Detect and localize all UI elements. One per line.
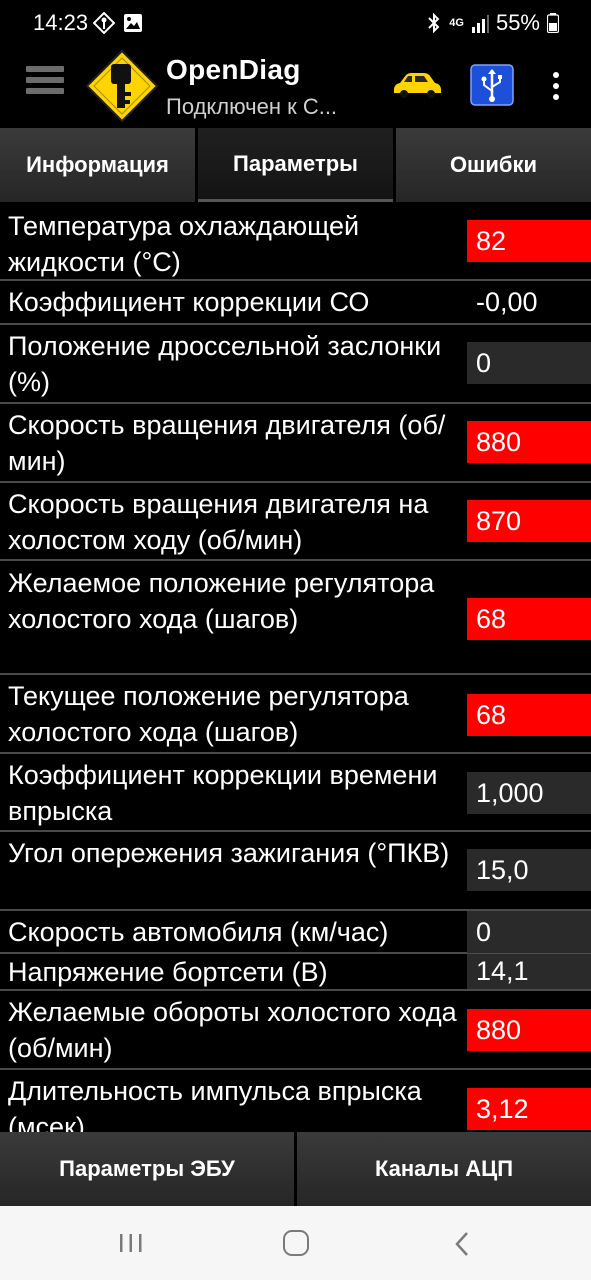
param-label: Коэффициент коррекции СО bbox=[8, 287, 370, 317]
param-label: Положение дроссельной заслонки (%) bbox=[8, 331, 442, 397]
param-value: 68 bbox=[467, 694, 591, 736]
app-title: OpenDiag bbox=[166, 54, 301, 85]
status-bar: 14:23 4G 55% bbox=[0, 0, 591, 44]
param-value: 82 bbox=[467, 220, 591, 262]
bottom-button-bar: Параметры ЭБУ Каналы АЦП bbox=[0, 1132, 591, 1206]
connection-status: Подключен к С... bbox=[166, 94, 338, 119]
param-row-current-iac: Текущее положение регулятора холостого х… bbox=[0, 675, 591, 754]
param-label: Скорость автомобиля (км/час) bbox=[8, 917, 389, 947]
param-row-coolant-temp: Температура охлаждающей жидкости (°C) 82 bbox=[0, 204, 591, 281]
usb-icon[interactable] bbox=[470, 64, 514, 106]
signal-icon bbox=[471, 15, 489, 33]
gallery-icon bbox=[124, 14, 142, 32]
param-label: Скорость вращения двигателя на холостом … bbox=[8, 489, 429, 555]
param-row-engine-rpm: Скорость вращения двигателя (об/мин) 880 bbox=[0, 404, 591, 483]
param-value: 3,12 bbox=[467, 1088, 591, 1130]
battery-icon bbox=[547, 13, 559, 33]
param-value: -0,00 bbox=[476, 287, 538, 317]
param-label: Температура охлаждающей жидкости (°C) bbox=[8, 211, 360, 277]
param-row-ignition-advance: Угол опережения зажигания (°ПКВ) 15,0 bbox=[0, 832, 591, 911]
param-row-co-correction: Коэффициент коррекции СО -0,00 bbox=[0, 281, 591, 325]
tab-parameters[interactable]: Параметры bbox=[198, 128, 393, 202]
tab-bar: Информация Параметры Ошибки bbox=[0, 128, 591, 202]
param-label: Желаемое положение регулятора холостого … bbox=[8, 568, 435, 634]
param-label: Текущее положение регулятора холостого х… bbox=[8, 681, 409, 747]
param-value: 1,000 bbox=[467, 772, 591, 814]
param-row-vehicle-speed: Скорость автомобиля (км/час) 0 bbox=[0, 911, 591, 954]
app-logo-icon bbox=[85, 49, 159, 123]
recents-icon[interactable] bbox=[118, 1232, 144, 1254]
app-bar: OpenDiag Подключен к С... bbox=[0, 44, 591, 126]
bluetooth-icon bbox=[428, 12, 440, 34]
param-row-injection-correction: Коэффициент коррекции времени впрыска 1,… bbox=[0, 754, 591, 832]
adc-channels-button[interactable]: Каналы АЦП bbox=[297, 1132, 591, 1206]
tab-info[interactable]: Информация bbox=[0, 128, 195, 202]
param-row-throttle: Положение дроссельной заслонки (%) 0 bbox=[0, 325, 591, 404]
network-type-icon: 4G bbox=[449, 16, 464, 29]
status-time: 14:23 bbox=[33, 10, 89, 35]
param-label: Скорость вращения двигателя (об/мин) bbox=[8, 410, 446, 476]
status-system-icons: 4G 55% bbox=[426, 10, 559, 36]
param-row-injection-pulse: Длительность импульса впрыска (мсек) 3,1… bbox=[0, 1070, 591, 1132]
param-label: Желаемые обороты холостого хода (об/мин) bbox=[8, 997, 457, 1063]
menu-icon[interactable] bbox=[26, 66, 64, 104]
param-label: Угол опережения зажигания (°ПКВ) bbox=[8, 838, 450, 868]
home-icon[interactable] bbox=[283, 1230, 309, 1256]
param-row-idle-rpm: Скорость вращения двигателя на холостом … bbox=[0, 483, 591, 561]
ecu-params-button[interactable]: Параметры ЭБУ bbox=[0, 1132, 294, 1206]
param-label: Коэффициент коррекции времени впрыска bbox=[8, 760, 438, 826]
param-value: 0 bbox=[467, 342, 591, 384]
param-value: 880 bbox=[467, 1009, 591, 1051]
more-options-icon[interactable] bbox=[549, 70, 563, 102]
tab-errors[interactable]: Ошибки bbox=[396, 128, 591, 202]
param-value: 0 bbox=[467, 911, 591, 953]
param-value: 870 bbox=[467, 500, 591, 542]
param-row-voltage: Напряжение бортсети (В) 14,1 bbox=[0, 954, 591, 991]
param-row-desired-iac: Желаемое положение регулятора холостого … bbox=[0, 561, 591, 675]
param-value: 68 bbox=[467, 598, 591, 640]
param-label: Напряжение бортсети (В) bbox=[8, 957, 328, 987]
car-icon[interactable] bbox=[390, 68, 444, 100]
parameter-list[interactable]: Температура охлаждающей жидкости (°C) 82… bbox=[0, 204, 591, 1132]
nfc-key-icon bbox=[93, 12, 115, 34]
status-notification-icons bbox=[93, 12, 143, 34]
param-row-desired-idle-rpm: Желаемые обороты холостого хода (об/мин)… bbox=[0, 991, 591, 1070]
back-icon[interactable] bbox=[452, 1230, 472, 1258]
system-nav-bar bbox=[0, 1206, 591, 1280]
param-value: 15,0 bbox=[467, 849, 591, 891]
battery-percent: 55% bbox=[495, 10, 540, 35]
param-value: 14,1 bbox=[467, 954, 591, 989]
param-value: 880 bbox=[467, 421, 591, 463]
param-label: Длительность импульса впрыска (мсек) bbox=[8, 1076, 422, 1132]
